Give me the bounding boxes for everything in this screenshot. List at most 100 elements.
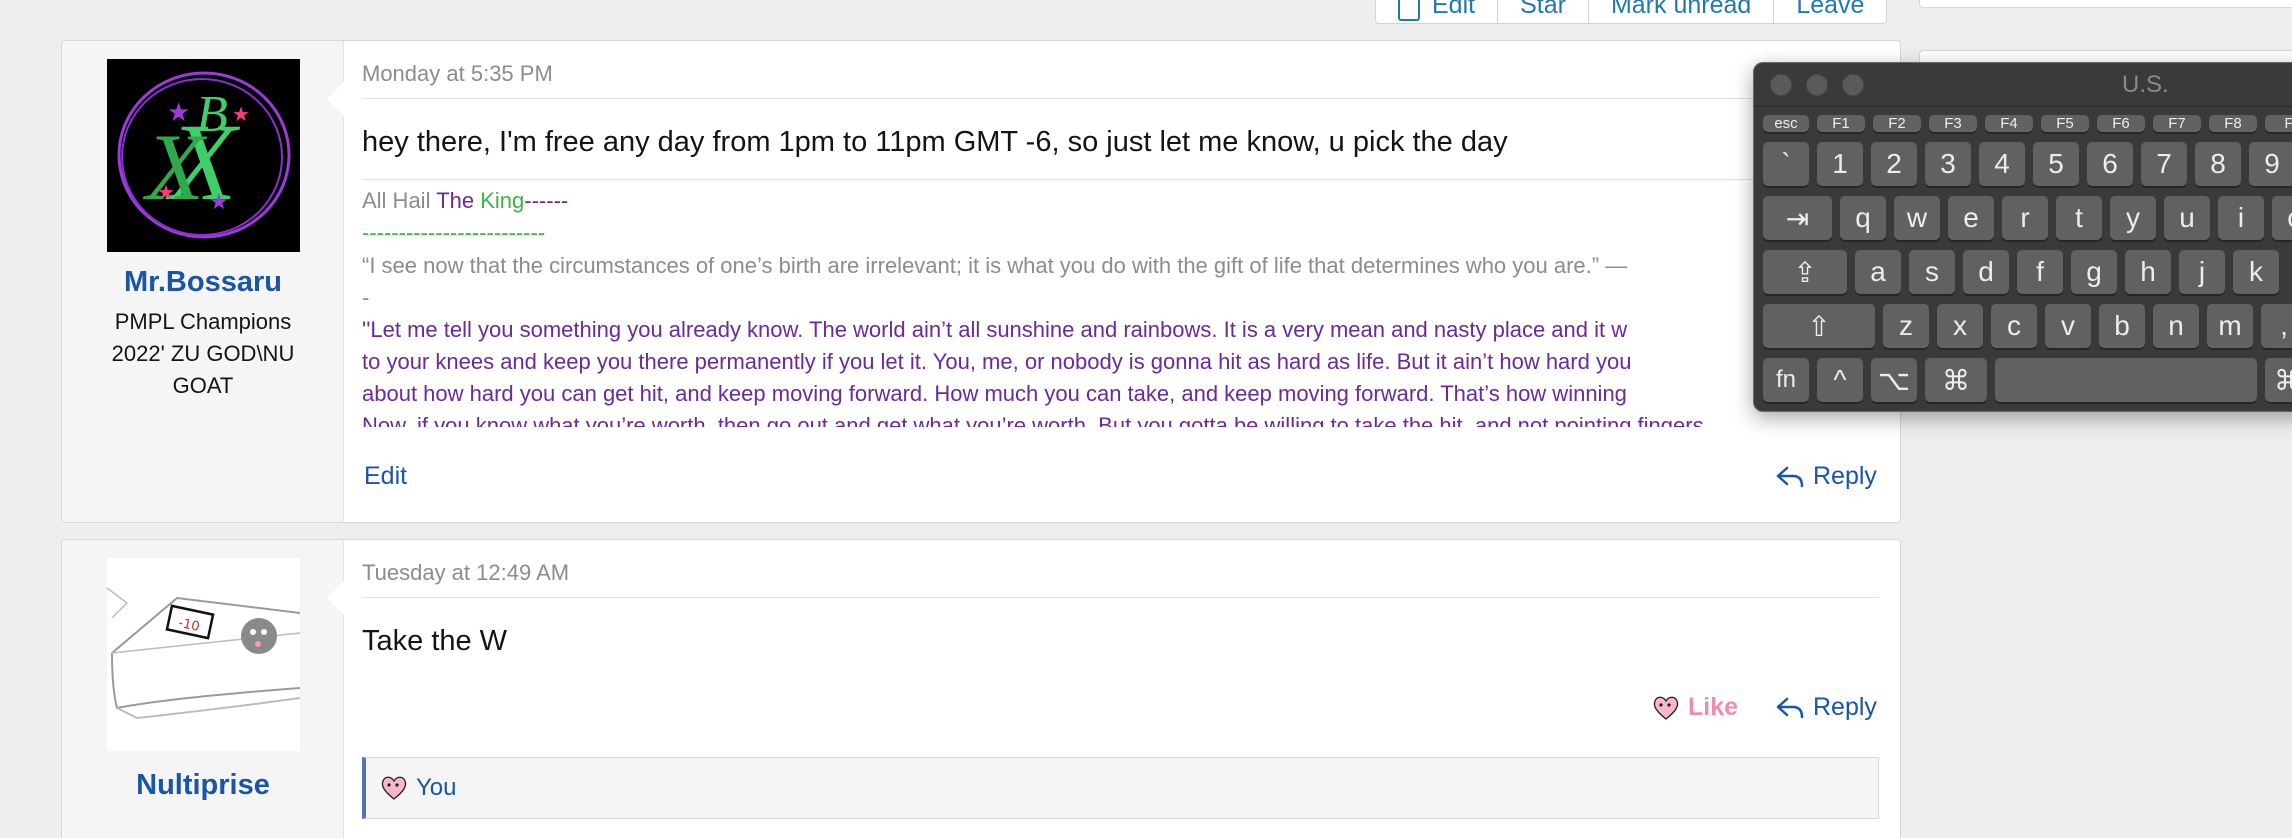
- message-body: Take the W: [362, 625, 508, 657]
- mark-unread-button[interactable]: Mark unread: [1587, 0, 1773, 23]
- signature: All Hail The King------ ----------------…: [362, 185, 1879, 427]
- leave-button[interactable]: Leave: [1773, 0, 1886, 23]
- key-f7[interactable]: F7: [2153, 115, 2201, 132]
- close-window-button[interactable]: [1770, 73, 1792, 96]
- key-e[interactable]: e: [1948, 196, 1994, 240]
- edit-icon: [1398, 0, 1420, 21]
- edit-thread-button[interactable]: Edit: [1376, 0, 1497, 23]
- reply-icon: [1776, 466, 1804, 487]
- key-5[interactable]: 5: [2033, 142, 2079, 186]
- avatar[interactable]: -10: [107, 558, 300, 751]
- key-esc[interactable]: esc: [1763, 115, 1809, 132]
- key-option[interactable]: ⌥: [1871, 358, 1917, 402]
- key-x[interactable]: x: [1937, 304, 1983, 348]
- key-command-right[interactable]: ⌘: [2265, 358, 2292, 402]
- key-f3[interactable]: F3: [1929, 115, 1977, 132]
- key-control[interactable]: ^: [1817, 358, 1863, 402]
- key-c[interactable]: c: [1991, 304, 2037, 348]
- thread-action-bar: Edit Star Mark unread Leave: [1375, 0, 1888, 24]
- sidebar-block: [1919, 0, 2292, 8]
- key-f2[interactable]: F2: [1873, 115, 1921, 132]
- reply-button[interactable]: Reply: [1775, 693, 1877, 722]
- key-t[interactable]: t: [2056, 196, 2102, 240]
- svg-text:★: ★: [157, 182, 175, 204]
- message-arrow: [327, 581, 344, 615]
- key-f4[interactable]: F4: [1985, 115, 2033, 132]
- star-button[interactable]: Star: [1497, 0, 1588, 23]
- message-post: -10 Nultiprise Tuesday at 12:49 AM Take …: [61, 539, 1901, 838]
- message-date[interactable]: Monday at 5:35 PM: [362, 61, 1879, 99]
- key-z[interactable]: z: [1883, 304, 1929, 348]
- heart-icon: [1653, 696, 1679, 720]
- key-f9[interactable]: F: [2265, 115, 2292, 132]
- key-fn[interactable]: fn: [1763, 358, 1809, 402]
- key-g[interactable]: g: [2071, 250, 2117, 294]
- key-r[interactable]: r: [2002, 196, 2048, 240]
- like-button[interactable]: Like: [1652, 693, 1738, 722]
- key-y[interactable]: y: [2110, 196, 2156, 240]
- key-d[interactable]: d: [1963, 250, 2009, 294]
- zoom-window-button[interactable]: [1842, 73, 1864, 96]
- reactions-bar[interactable]: You: [362, 757, 1879, 819]
- edit-post-button[interactable]: Edit: [364, 462, 407, 491]
- keyboard-viewer-titlebar[interactable]: [1754, 63, 2292, 107]
- key-space[interactable]: [1995, 358, 2257, 402]
- minimize-window-button[interactable]: [1806, 73, 1828, 96]
- key-b[interactable]: b: [2099, 304, 2145, 348]
- number-key-row: ` 1 2 3 4 5 6 7 8 9: [1763, 142, 2292, 186]
- key-2[interactable]: 2: [1871, 142, 1917, 186]
- key-j[interactable]: j: [2179, 250, 2225, 294]
- key-comma[interactable]: ,: [2261, 304, 2292, 348]
- key-8[interactable]: 8: [2195, 142, 2241, 186]
- key-7[interactable]: 7: [2141, 142, 2187, 186]
- signature-story-line: ''Let me tell you something you already …: [362, 317, 1628, 342]
- key-command[interactable]: ⌘: [1925, 358, 1987, 402]
- the-text: The: [436, 188, 475, 213]
- username[interactable]: Mr.Bossaru: [62, 266, 344, 299]
- key-s[interactable]: s: [1909, 250, 1955, 294]
- signature-story-line: Now, if you know what you’re worth, then…: [362, 413, 1704, 427]
- key-1[interactable]: 1: [1817, 142, 1863, 186]
- key-h[interactable]: h: [2125, 250, 2171, 294]
- signature-quote: “I see now that the circumstances of one…: [362, 253, 1628, 278]
- key-a[interactable]: a: [1855, 250, 1901, 294]
- key-n[interactable]: n: [2153, 304, 2199, 348]
- key-backtick[interactable]: `: [1763, 142, 1809, 186]
- bottom-letter-key-row: ⇧ z x c v b n m ,: [1763, 304, 2292, 348]
- keyboard-viewer-window[interactable]: U.S. esc F1 F2 F3 F4 F5 F6 F7 F8 F ` 1 2…: [1753, 62, 2292, 412]
- key-3[interactable]: 3: [1925, 142, 1971, 186]
- message-content: Monday at 5:35 PM hey there, I'm free an…: [362, 61, 1879, 427]
- reply-button[interactable]: Reply: [1775, 462, 1877, 491]
- signature-story-line: to your knees and keep you there permane…: [362, 349, 1632, 374]
- message-post: X X B ★ ★ ★ ★ Mr.Bossaru PMPL Champions …: [61, 40, 1901, 523]
- key-f6[interactable]: F6: [2097, 115, 2145, 132]
- username[interactable]: Nultiprise: [62, 769, 344, 802]
- key-m[interactable]: m: [2207, 304, 2253, 348]
- reply-label: Reply: [1813, 693, 1877, 721]
- key-f[interactable]: f: [2017, 250, 2063, 294]
- message-date[interactable]: Tuesday at 12:49 AM: [362, 560, 1879, 598]
- key-k[interactable]: k: [2233, 250, 2279, 294]
- key-caps-lock[interactable]: ⇪: [1763, 250, 1847, 294]
- key-9[interactable]: 9: [2249, 142, 2292, 186]
- key-i[interactable]: i: [2218, 196, 2264, 240]
- key-u[interactable]: u: [2164, 196, 2210, 240]
- key-q[interactable]: q: [1840, 196, 1886, 240]
- message-content: Tuesday at 12:49 AM Take the W: [362, 560, 1879, 658]
- key-w[interactable]: w: [1894, 196, 1940, 240]
- leave-label: Leave: [1796, 0, 1865, 19]
- key-v[interactable]: v: [2045, 304, 2091, 348]
- message-arrow: [327, 82, 344, 116]
- avatar[interactable]: X X B ★ ★ ★ ★: [107, 59, 300, 252]
- key-f1[interactable]: F1: [1817, 115, 1865, 132]
- key-f5[interactable]: F5: [2041, 115, 2089, 132]
- key-o[interactable]: o: [2272, 196, 2292, 240]
- key-shift[interactable]: ⇧: [1763, 304, 1875, 348]
- key-tab[interactable]: ⇥: [1763, 196, 1832, 240]
- key-f8[interactable]: F8: [2209, 115, 2257, 132]
- key-4[interactable]: 4: [1979, 142, 2025, 186]
- svg-text:★: ★: [209, 189, 229, 214]
- signature-hail: All Hail The King------: [362, 185, 1879, 217]
- key-6[interactable]: 6: [2087, 142, 2133, 186]
- user-title: PMPL Champions 2022' ZU GOD\NU GOAT: [111, 309, 295, 398]
